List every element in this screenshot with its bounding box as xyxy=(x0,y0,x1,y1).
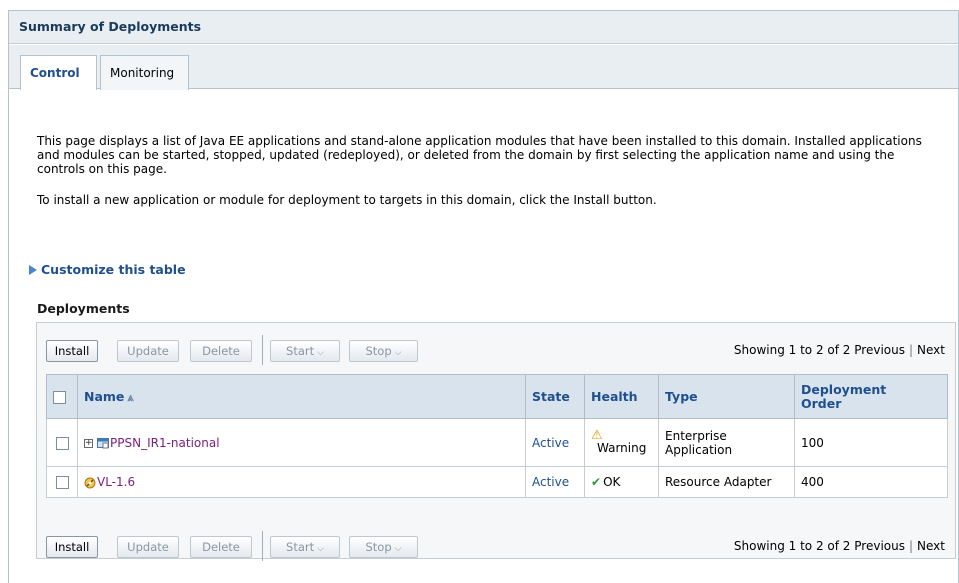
start-dropdown-button[interactable]: Start ⌵ xyxy=(270,536,340,558)
delete-button[interactable]: Delete xyxy=(190,536,252,558)
column-health[interactable]: Health xyxy=(584,374,659,419)
name-cell: VL-1.6 xyxy=(77,466,526,498)
install-button[interactable]: Install xyxy=(46,536,98,558)
sort-icon: ⩓ xyxy=(127,390,134,404)
pagination: Showing 1 to 2 of 2 Previous | Next xyxy=(734,343,945,357)
start-label: Start xyxy=(286,344,315,358)
deployments-heading: Deployments xyxy=(37,301,130,316)
health-label: Warning xyxy=(597,441,647,455)
tab-monitoring[interactable]: Monitoring xyxy=(100,55,189,90)
chevron-down-icon: ⌵ xyxy=(317,348,324,358)
select-all-checkbox[interactable] xyxy=(53,391,66,404)
column-order-label: Deployment Order xyxy=(801,381,887,411)
deployment-name-link[interactable]: PPSN_IR1-national xyxy=(110,436,220,450)
type-cell: Enterprise Application xyxy=(658,418,795,467)
next-link[interactable]: Next xyxy=(917,539,945,553)
health-cell: ✔ OK xyxy=(584,466,659,498)
tab-control[interactable]: Control xyxy=(20,55,97,90)
enterprise-app-icon xyxy=(97,438,109,449)
page-title: Summary of Deployments xyxy=(9,11,958,44)
select-all-cell xyxy=(46,374,78,419)
page-description: This page displays a list of Java EE app… xyxy=(37,134,937,207)
column-type[interactable]: Type xyxy=(658,374,795,419)
toolbar-separator xyxy=(262,531,263,561)
row-checkbox[interactable] xyxy=(55,436,69,450)
column-deployment-order[interactable]: Deployment Order xyxy=(794,374,948,419)
update-button[interactable]: Update xyxy=(117,340,179,362)
table-header-row: Name ⩓ State Health Type Deployment Order xyxy=(46,374,948,419)
column-state[interactable]: State xyxy=(525,374,585,419)
chevron-down-icon: ⌵ xyxy=(317,544,324,554)
expand-triangle-icon xyxy=(29,265,37,275)
row-checkbox[interactable] xyxy=(55,476,69,489)
paging-status: Showing 1 to 2 of 2 xyxy=(733,539,851,553)
table-row: VL-1.6 Active ✔ OK Resource Adapter 400 xyxy=(46,466,948,498)
stop-dropdown-button[interactable]: Stop ⌵ xyxy=(349,340,418,362)
stop-label: Stop xyxy=(365,344,392,358)
expand-icon[interactable]: + xyxy=(84,438,93,448)
previous-link[interactable]: Previous xyxy=(854,343,905,357)
start-dropdown-button[interactable]: Start ⌵ xyxy=(270,340,340,362)
column-name-label: Name xyxy=(84,388,125,404)
resource-adapter-icon xyxy=(84,477,96,488)
paging-divider: | xyxy=(908,539,914,553)
deployments-summary-panel: Summary of Deployments Control Monitorin… xyxy=(8,10,959,583)
customize-label: Customize this table xyxy=(41,262,186,277)
table-toolbar-bottom: Install Update Delete Start ⌵ Stop ⌵ Showi… xyxy=(37,519,955,561)
install-button[interactable]: Install xyxy=(46,340,98,362)
start-label: Start xyxy=(286,540,315,554)
checkmark-icon: ✔ xyxy=(591,475,602,489)
health-cell: ⚠ Warning xyxy=(584,418,659,467)
order-cell: 400 xyxy=(794,466,948,498)
name-cell: + PPSN_IR1-national xyxy=(77,418,526,467)
chevron-down-icon: ⌵ xyxy=(394,544,402,554)
type-cell: Resource Adapter xyxy=(658,466,795,498)
table-toolbar: Install Update Delete Start ⌵ Stop ⌵ Showi… xyxy=(37,323,955,365)
column-name[interactable]: Name ⩓ xyxy=(77,374,526,419)
next-link[interactable]: Next xyxy=(917,343,945,357)
stop-label: Stop xyxy=(365,540,392,554)
stop-dropdown-button[interactable]: Stop ⌵ xyxy=(349,536,418,558)
table-row: + PPSN_IR1-national Active ⚠ Warning Ente… xyxy=(46,418,948,467)
deployment-name-link[interactable]: VL-1.6 xyxy=(97,475,135,489)
delete-button[interactable]: Delete xyxy=(190,340,252,362)
install-hint: To install a new application or module f… xyxy=(37,193,657,207)
paging-status: Showing 1 to 2 of 2 xyxy=(733,343,851,357)
paging-divider: | xyxy=(908,343,914,357)
toolbar-separator xyxy=(262,335,263,365)
deployments-table: Name ⩓ State Health Type Deployment Order… xyxy=(46,374,948,498)
description-paragraph: This page displays a list of Java EE app… xyxy=(37,134,922,176)
pagination: Showing 1 to 2 of 2 Previous | Next xyxy=(734,539,945,553)
customize-table-link[interactable]: Customize this table xyxy=(29,262,186,277)
deployments-table-panel: Install Update Delete Start ⌵ Stop ⌵ Showi… xyxy=(36,322,956,561)
previous-link[interactable]: Previous xyxy=(854,539,905,553)
order-cell: 100 xyxy=(794,418,948,467)
state-cell: Active xyxy=(525,466,585,498)
chevron-down-icon: ⌵ xyxy=(394,348,402,358)
row-select-cell xyxy=(46,418,78,467)
state-cell: Active xyxy=(525,418,585,467)
health-label: OK xyxy=(603,475,621,489)
row-select-cell xyxy=(46,466,78,498)
update-button[interactable]: Update xyxy=(117,536,179,558)
tab-bar: Control Monitoring xyxy=(9,45,958,90)
type-label: Enterprise Application xyxy=(665,428,733,457)
